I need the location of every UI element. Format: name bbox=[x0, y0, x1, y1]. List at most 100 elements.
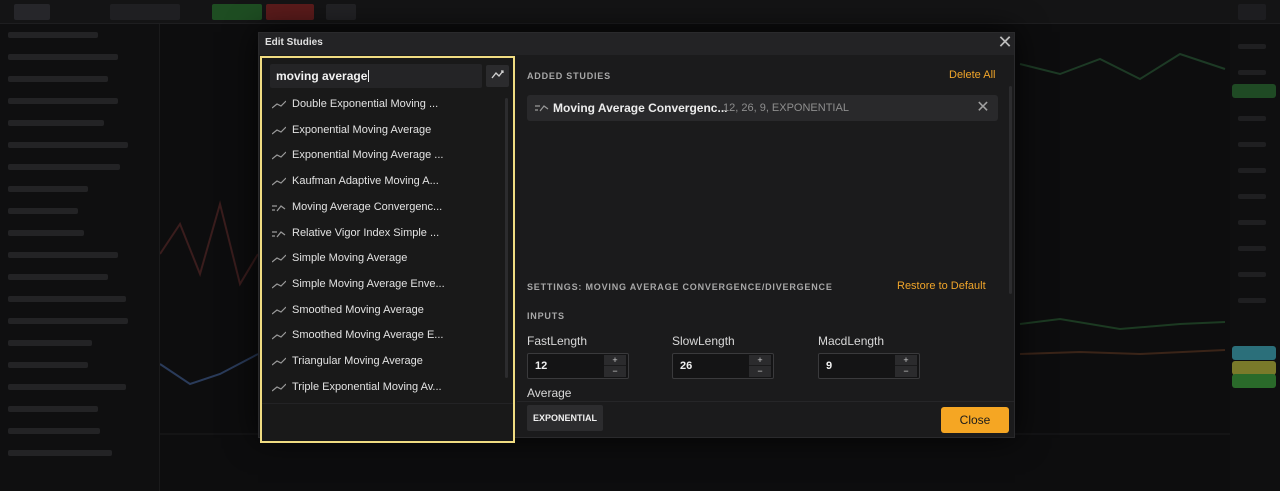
study-list-item-label: Smoothed Moving Average bbox=[292, 303, 424, 316]
background-price-axis bbox=[1230, 24, 1280, 491]
background-sidebar-row bbox=[8, 318, 128, 324]
study-list-item-label: Smoothed Moving Average E... bbox=[292, 329, 444, 342]
study-list-item[interactable]: Exponential Moving Average ... bbox=[272, 145, 504, 167]
study-list: Double Exponential Moving ... Exponential… bbox=[272, 94, 504, 400]
study-list-item-label: Simple Moving Average bbox=[292, 252, 408, 265]
background-sidebar-row bbox=[8, 362, 88, 368]
fastlength-label: FastLength bbox=[527, 334, 588, 348]
trend-line-icon bbox=[272, 331, 286, 340]
background-sidebar-row bbox=[8, 252, 118, 258]
slowlength-stepper: + − bbox=[749, 355, 771, 377]
background-tick bbox=[1238, 194, 1266, 199]
background-price-tag bbox=[1232, 84, 1276, 98]
study-list-item[interactable]: Double Exponential Moving ... bbox=[272, 94, 504, 116]
added-studies-heading: ADDED STUDIES bbox=[527, 71, 611, 81]
edit-studies-dialog: Edit Studies ✕ moving average Double Exp… bbox=[258, 32, 1015, 443]
increment-button[interactable]: + bbox=[895, 355, 917, 366]
macdlength-value: 9 bbox=[826, 360, 833, 372]
settings-scrollbar[interactable] bbox=[1009, 86, 1012, 294]
background-toolbar bbox=[0, 0, 1280, 24]
background-sidebar-row bbox=[8, 208, 78, 214]
background-tick bbox=[1238, 168, 1266, 173]
delete-all-link[interactable]: Delete All bbox=[949, 69, 995, 81]
trend-line-icon bbox=[272, 357, 286, 366]
background-sidebar-row bbox=[8, 406, 98, 412]
background-sidebar-row bbox=[8, 384, 126, 390]
background-sidebar-row bbox=[8, 98, 118, 104]
fastlength-stepper: + − bbox=[604, 355, 626, 377]
search-input[interactable]: moving average bbox=[270, 64, 482, 88]
background-sell-button bbox=[266, 4, 314, 20]
dialog-title: Edit Studies bbox=[265, 37, 323, 48]
close-button[interactable]: Close bbox=[941, 407, 1009, 433]
inputs-heading: INPUTS bbox=[527, 311, 565, 321]
oscillator-icon bbox=[535, 105, 549, 112]
fastlength-value: 12 bbox=[535, 360, 548, 372]
increment-button[interactable]: + bbox=[749, 355, 771, 366]
close-icon[interactable]: ✕ bbox=[995, 33, 1015, 53]
increment-button[interactable]: + bbox=[604, 355, 626, 366]
dialog-header: Edit Studies bbox=[259, 33, 1014, 55]
study-search-panel: moving average Double Exponential Moving… bbox=[260, 56, 515, 443]
decrement-button[interactable]: − bbox=[895, 366, 917, 377]
background-tick bbox=[1238, 142, 1266, 147]
background-sidebar-row bbox=[8, 450, 112, 456]
study-list-item-label: Exponential Moving Average bbox=[292, 123, 432, 136]
study-list-item[interactable]: Triple Exponential Moving Av... bbox=[272, 377, 504, 399]
background-field bbox=[110, 4, 180, 20]
added-study-params: 12, 26, 9, EXPONENTIAL bbox=[723, 102, 849, 114]
background-sidebar-row bbox=[8, 76, 108, 82]
study-list-item[interactable]: Triangular Moving Average bbox=[272, 351, 504, 373]
slowlength-input[interactable]: 26 + − bbox=[672, 353, 774, 379]
study-list-item[interactable]: Moving Average Convergenc... bbox=[272, 197, 504, 219]
divider bbox=[262, 403, 513, 404]
decrement-button[interactable]: − bbox=[749, 366, 771, 377]
background-tick bbox=[1238, 246, 1266, 251]
trend-line-icon bbox=[272, 151, 286, 160]
study-list-item[interactable]: Smoothed Moving Average E... bbox=[272, 325, 504, 347]
background-sidebar-row bbox=[8, 120, 104, 126]
background-sidebar-row bbox=[8, 428, 100, 434]
slowlength-label: SlowLength bbox=[672, 334, 735, 348]
study-list-item-label: Relative Vigor Index Simple ... bbox=[292, 226, 440, 239]
background-tick bbox=[1238, 70, 1266, 75]
study-list-item-label: Triple Exponential Moving Av... bbox=[292, 380, 442, 393]
background-sidebar-row bbox=[8, 296, 126, 302]
study-list-item[interactable]: Relative Vigor Index Simple ... bbox=[272, 223, 504, 245]
trend-line-icon bbox=[272, 126, 286, 135]
background-tick bbox=[1238, 272, 1266, 277]
background-price-tag bbox=[1232, 374, 1276, 388]
study-list-scrollbar[interactable] bbox=[505, 98, 508, 378]
background-tick bbox=[1238, 298, 1266, 303]
study-list-item[interactable]: Kaufman Adaptive Moving A... bbox=[272, 171, 504, 193]
fastlength-input[interactable]: 12 + − bbox=[527, 353, 629, 379]
settings-panel: ADDED STUDIES Delete All Moving Average … bbox=[517, 56, 1014, 439]
trend-line-icon bbox=[272, 306, 286, 315]
remove-study-icon[interactable]: ✕ bbox=[973, 98, 993, 118]
study-list-item[interactable]: Smoothed Moving Average bbox=[272, 300, 504, 322]
divider bbox=[517, 401, 1014, 402]
text-cursor bbox=[368, 70, 370, 82]
background-sidebar-row bbox=[8, 54, 118, 60]
study-list-item[interactable]: Exponential Moving Average bbox=[272, 120, 504, 142]
background-tick bbox=[1238, 44, 1266, 49]
study-list-item[interactable]: Simple Moving Average Enve... bbox=[272, 274, 504, 296]
background-sidebar-row bbox=[8, 230, 84, 236]
study-list-item-label: Triangular Moving Average bbox=[292, 355, 423, 367]
background-sidebar-row bbox=[8, 164, 120, 170]
background-tool bbox=[326, 4, 356, 20]
study-list-item[interactable]: Simple Moving Average bbox=[272, 248, 504, 270]
settings-heading: SETTINGS: MOVING AVERAGE CONVERGENCE/DIV… bbox=[527, 282, 833, 292]
macdlength-input[interactable]: 9 + − bbox=[818, 353, 920, 379]
study-list-item-label: Kaufman Adaptive Moving A... bbox=[292, 175, 439, 188]
background-symbol bbox=[14, 4, 50, 20]
filter-button[interactable] bbox=[486, 65, 509, 87]
added-study-row[interactable]: Moving Average Convergenc... 12, 26, 9, … bbox=[527, 95, 998, 121]
background-sidebar-row bbox=[8, 142, 128, 148]
average-label: Average bbox=[527, 386, 572, 400]
background-price-tag bbox=[1232, 346, 1276, 360]
restore-default-link[interactable]: Restore to Default bbox=[897, 280, 986, 292]
average-select[interactable]: EXPONENTIAL bbox=[527, 405, 603, 431]
trend-line-icon bbox=[272, 254, 286, 263]
decrement-button[interactable]: − bbox=[604, 366, 626, 377]
